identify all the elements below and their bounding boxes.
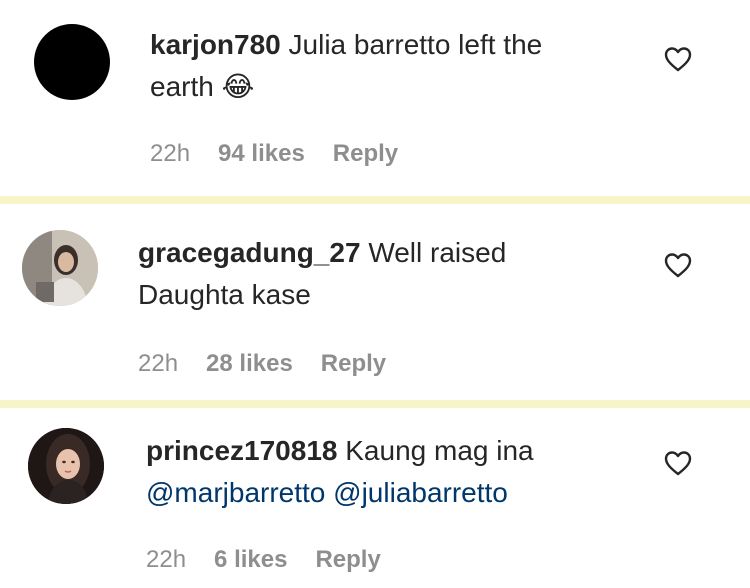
comment-body: Kaung mag ina [345, 435, 534, 466]
comment-text: princez170818 Kaung mag ina @marjbarrett… [146, 430, 666, 514]
comment-meta: 22h 28 likes Reply [138, 350, 386, 378]
comment-likes[interactable]: 6 likes [214, 546, 287, 574]
reply-button[interactable]: Reply [321, 350, 386, 378]
comment-body: Well raised [368, 237, 507, 268]
comment-body-continued: Daughta kase [138, 279, 311, 310]
separator [0, 196, 750, 204]
comment-body-continued: earth [150, 71, 214, 102]
heart-icon[interactable] [664, 252, 692, 278]
separator [0, 400, 750, 408]
comment-username[interactable]: karjon780 [150, 29, 281, 60]
mention-link[interactable]: @marjbarretto [146, 477, 325, 508]
reply-button[interactable]: Reply [333, 140, 398, 168]
mention-link[interactable]: @juliabarretto [333, 477, 508, 508]
comment-text: gracegadung_27 Well raised Daughta kase [138, 232, 658, 316]
comment-text: karjon780 Julia barretto left the earth … [150, 24, 670, 108]
avatar[interactable] [28, 428, 104, 504]
comment-body: Julia barretto left the [288, 29, 543, 60]
comment-likes[interactable]: 94 likes [218, 140, 305, 168]
comment-item: karjon780 Julia barretto left the earth … [0, 0, 750, 196]
comment-meta: 22h 94 likes Reply [150, 140, 398, 168]
avatar[interactable] [34, 24, 110, 100]
comment-likes[interactable]: 28 likes [206, 350, 293, 378]
laughing-emoji: 😂 [221, 70, 255, 103]
heart-icon[interactable] [664, 450, 692, 476]
comment-username[interactable]: gracegadung_27 [138, 237, 361, 268]
comment-item: princez170818 Kaung mag ina @marjbarrett… [0, 408, 750, 588]
comment-meta: 22h 6 likes Reply [146, 546, 381, 574]
heart-icon[interactable] [664, 46, 692, 72]
reply-button[interactable]: Reply [315, 546, 380, 574]
comment-username[interactable]: princez170818 [146, 435, 337, 466]
comment-time: 22h [146, 546, 187, 573]
comment-time: 22h [138, 350, 179, 377]
avatar[interactable] [22, 230, 98, 306]
comment-item: gracegadung_27 Well raised Daughta kase … [0, 204, 750, 400]
comment-time: 22h [150, 140, 191, 167]
